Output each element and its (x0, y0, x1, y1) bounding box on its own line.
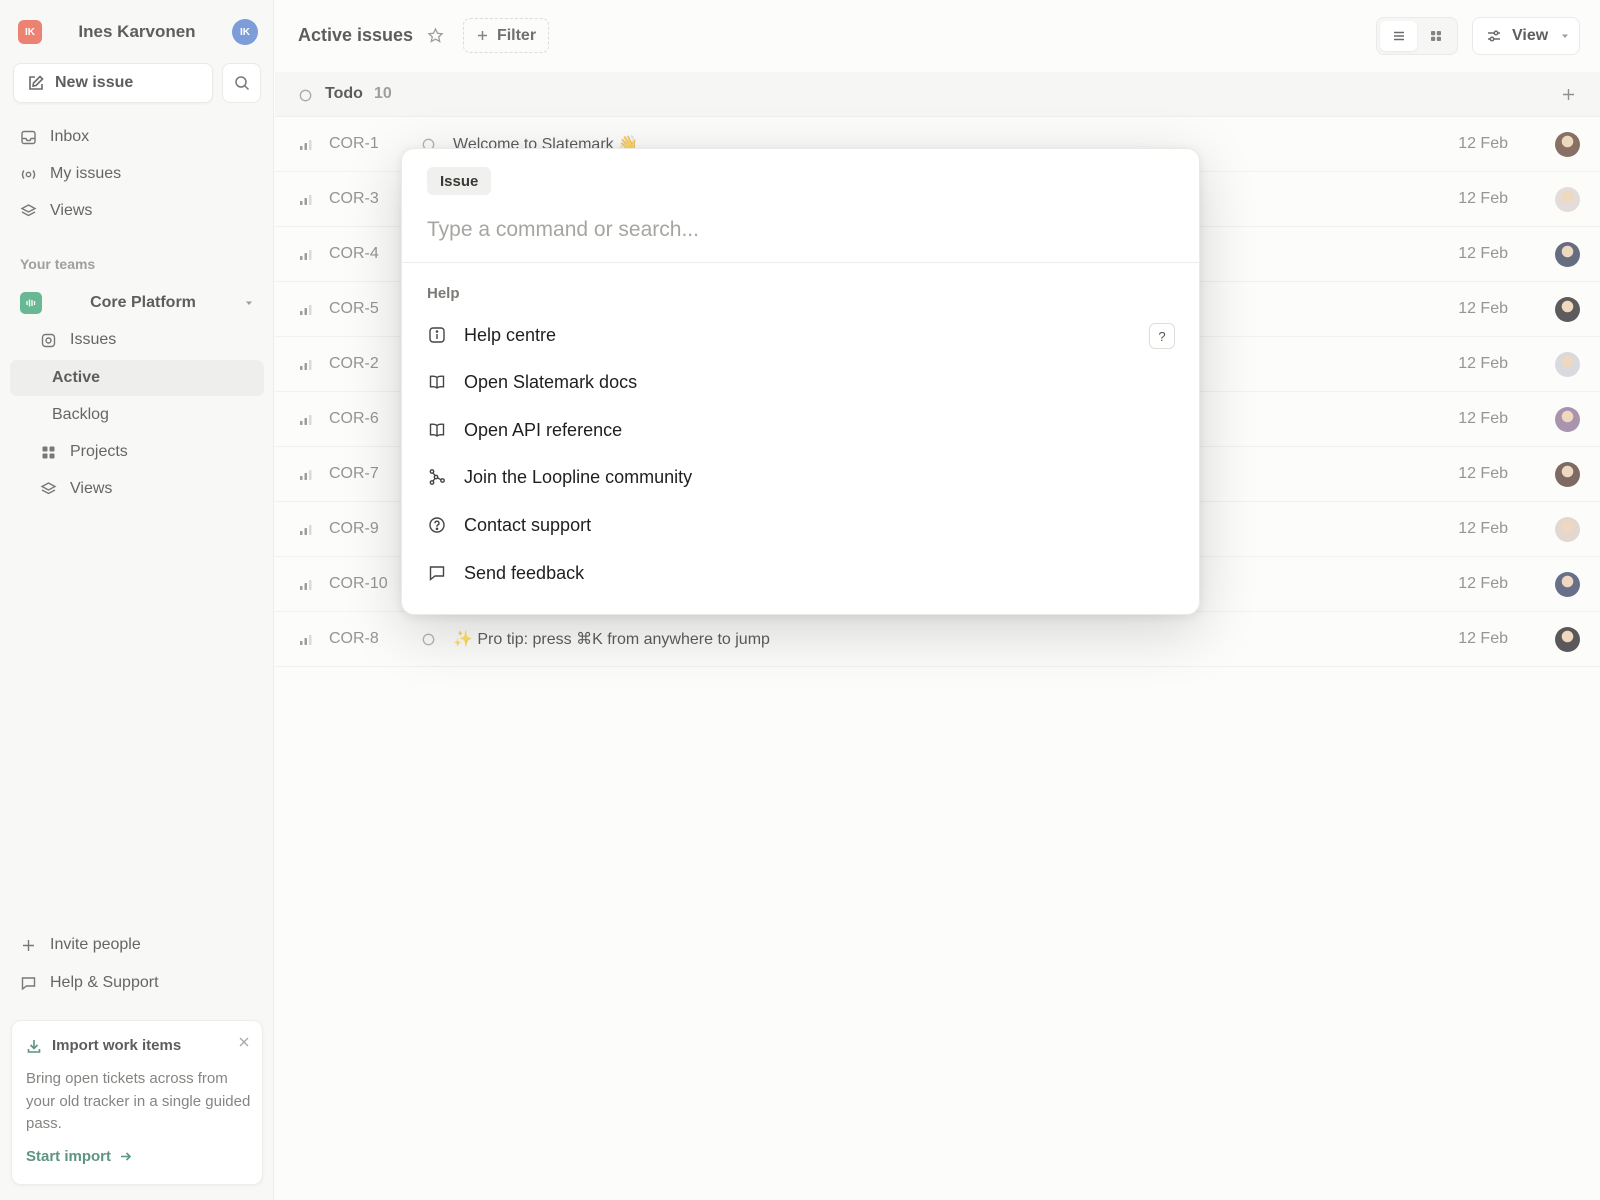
question-circle-icon (429, 517, 445, 533)
chat-bubble-icon (429, 566, 445, 581)
context-chip: Issue (427, 167, 492, 195)
palette-item-label: Contact support (464, 514, 592, 535)
divider (402, 262, 1199, 263)
palette-group-label: Help (427, 285, 460, 302)
shortcut-key: ? (1149, 323, 1175, 349)
palette-item-label: Open API reference (464, 419, 623, 440)
info-icon (429, 327, 445, 343)
palette-item-label: Open Slatemark docs (464, 371, 638, 392)
command-palette: Issue Help Help centre ? Open Slatemark … (401, 148, 1200, 615)
palette-item-send-feedback[interactable]: Send feedback (414, 551, 1187, 595)
book-icon (429, 423, 445, 437)
palette-item-community[interactable]: Join the Loopline community (414, 455, 1187, 499)
palette-item-contact-support[interactable]: Contact support (414, 503, 1187, 547)
book-icon (429, 375, 445, 389)
community-icon (429, 469, 445, 485)
palette-item-label: Help centre (464, 324, 557, 345)
palette-item-api-reference[interactable]: Open API reference (414, 408, 1187, 452)
palette-item-label: Send feedback (464, 562, 585, 583)
palette-item-label: Join the Loopline community (464, 466, 693, 487)
command-search-input[interactable] (427, 213, 1167, 247)
palette-item-help-centre[interactable]: Help centre ? (414, 313, 1187, 357)
palette-item-slatemark-docs[interactable]: Open Slatemark docs (414, 360, 1187, 404)
